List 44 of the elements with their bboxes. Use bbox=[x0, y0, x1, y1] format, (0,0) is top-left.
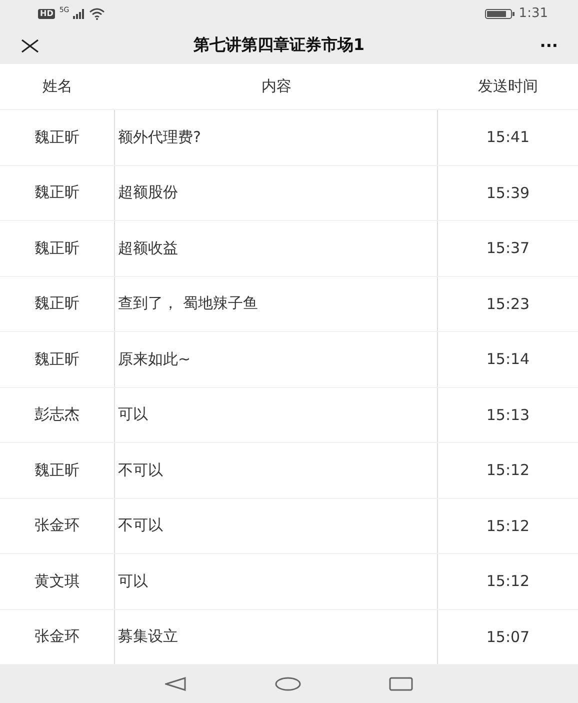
table-cell: 魏正昕 bbox=[34, 350, 80, 369]
table-cell: 彭志杰 bbox=[34, 405, 80, 424]
table-cell: 15:37 bbox=[486, 239, 530, 258]
table-cell: 魏正昕 bbox=[34, 183, 80, 202]
table-cell: 魏正昕 bbox=[34, 460, 80, 480]
table-cell: 15:14 bbox=[486, 350, 530, 368]
column-header: 姓名 bbox=[42, 77, 72, 96]
recents-icon[interactable] bbox=[389, 677, 413, 691]
table-cell: 黄文琪 bbox=[34, 572, 80, 591]
table-cell: 不可以 bbox=[118, 516, 163, 536]
table-cell: 魏正昕 bbox=[34, 294, 80, 314]
window-title: 第七讲第四章证券市场1 bbox=[192, 35, 366, 56]
table-cell: 超额股份 bbox=[118, 183, 178, 202]
table-cell: 查到了， 蜀地辣子鱼 bbox=[118, 294, 258, 314]
back-icon[interactable] bbox=[165, 677, 187, 691]
table-cell: 额外代理费? bbox=[118, 128, 201, 147]
table-cell: 魏正昕 bbox=[34, 238, 80, 258]
table-cell: 募集设立 bbox=[118, 627, 178, 646]
table-cell: 15:12 bbox=[486, 516, 530, 535]
clock-time: 1:31 bbox=[518, 6, 548, 21]
table-cell: 15:12 bbox=[486, 572, 530, 590]
signal-icon bbox=[73, 8, 86, 18]
table-cell: 张金环 bbox=[34, 627, 80, 646]
table-cell: 15:12 bbox=[486, 461, 530, 480]
table-cell: 15:41 bbox=[486, 128, 530, 146]
table-cell: 15:13 bbox=[486, 406, 530, 424]
column-header: 发送时间 bbox=[478, 77, 538, 96]
wifi-icon bbox=[89, 8, 106, 20]
table-cell: 可以 bbox=[118, 572, 148, 591]
table-cell: 原来如此~ bbox=[118, 350, 191, 369]
hd-badge: HD bbox=[38, 8, 56, 18]
table-cell: 超额收益 bbox=[118, 238, 178, 258]
table-cell: 魏正昕 bbox=[34, 128, 80, 147]
table-cell: 15:39 bbox=[486, 184, 530, 202]
more-button[interactable]: ··· bbox=[518, 36, 558, 55]
home-icon[interactable] bbox=[275, 677, 301, 691]
table-cell: 15:23 bbox=[486, 294, 530, 313]
column-header: 内容 bbox=[262, 77, 292, 96]
close-icon[interactable] bbox=[20, 38, 40, 52]
table-cell: 15:07 bbox=[486, 628, 530, 646]
battery-icon bbox=[484, 8, 515, 18]
table-cell: 张金环 bbox=[34, 516, 80, 536]
table-cell: 不可以 bbox=[118, 460, 163, 480]
table-cell: 可以 bbox=[118, 405, 148, 424]
